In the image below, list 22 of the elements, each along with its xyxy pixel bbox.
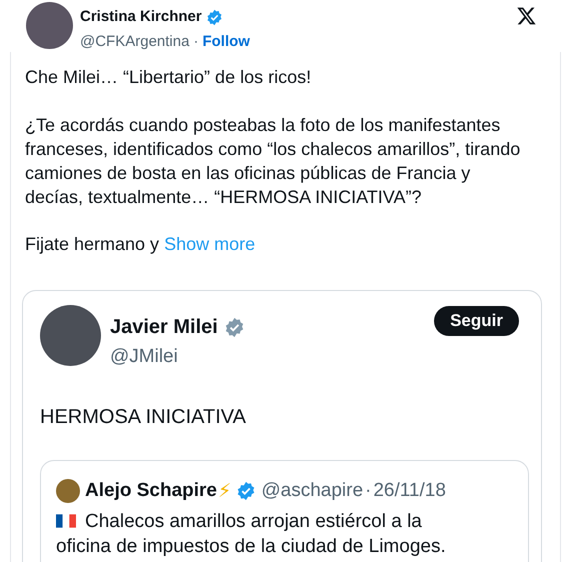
tweet-text: ¿Te acordás cuando posteabas la foto de los manifestantes franceses, identificados como “los chalecos amarillos”, tirando camiones de bosta en las oficinas públicas de Francia y decías, textualmente… “HERMOSA INICIATIVA”? — [25, 114, 522, 209]
tweet-text: Che Milei… “Libertario” de los ricos! — [25, 66, 312, 89]
tweet-text: Fijate hermano y — [25, 233, 160, 256]
lightning-emoji: ⚡ — [218, 479, 232, 504]
author-name[interactable]: Cristina Kirchner — [80, 6, 202, 28]
tweet-text: HERMOSA INICIATIVA — [39, 404, 247, 430]
quote-text-line: oficina de impuestos de la ciudad de Limoges. — [56, 534, 447, 558]
x-logo-icon[interactable] — [516, 6, 537, 26]
flag-icon — [56, 513, 76, 529]
tweet-date: 26/11/18 — [373, 479, 446, 503]
author-name: Alejo Schapire — [85, 479, 217, 503]
follow-button[interactable]: Seguir — [434, 306, 519, 336]
author-handle: @JMilei — [110, 345, 179, 369]
separator: · — [193, 32, 198, 52]
separator: · — [365, 479, 372, 503]
avatar[interactable] — [26, 2, 73, 49]
follow-link[interactable]: Follow — [202, 30, 250, 53]
author-handle[interactable]: @CFKArgentina — [80, 30, 190, 53]
quote-text-line: Chalecos amarillos arrojan estiércol a la — [85, 510, 422, 534]
author-name: Javier Milei — [110, 315, 218, 340]
avatar — [56, 479, 80, 504]
author-handle: @aschapire — [261, 479, 364, 503]
